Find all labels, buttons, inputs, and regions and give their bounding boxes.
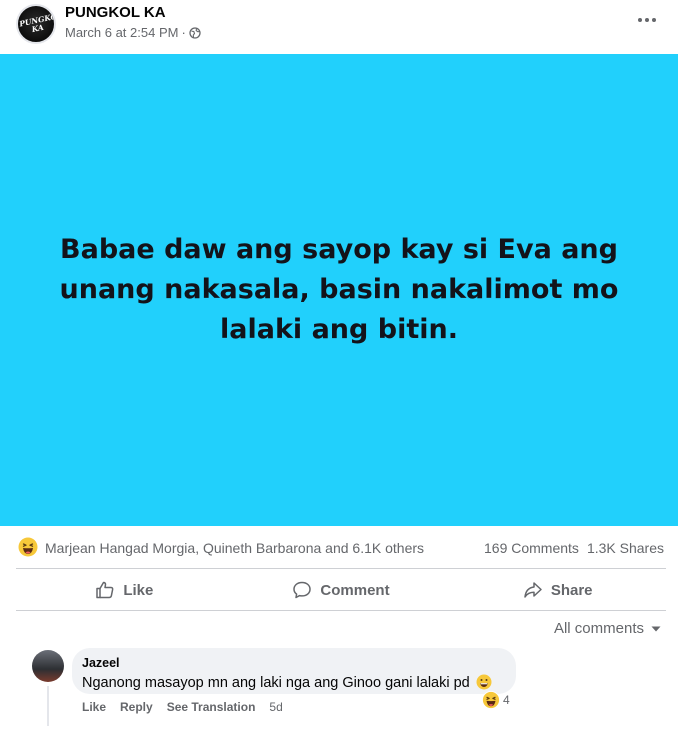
post-header: PUNGKOL KA PUNGKOL KA March 6 at 2:54 PM … — [0, 0, 678, 54]
engagement-counts: 169 Comments 1.3K Shares — [484, 540, 664, 556]
comment-button[interactable]: Comment — [233, 570, 450, 610]
meta-separator: · — [181, 25, 186, 40]
haha-reaction-icon — [482, 691, 500, 709]
like-label: Like — [123, 581, 154, 599]
see-translation-link[interactable]: See Translation — [167, 700, 256, 714]
grinning-emoji-icon — [476, 674, 492, 690]
divider — [16, 610, 666, 611]
divider — [16, 568, 666, 569]
reactors-summary[interactable]: Marjean Hangad Morgia, Quineth Barbarona… — [45, 540, 424, 556]
post-timestamp[interactable]: March 6 at 2:54 PM — [65, 25, 178, 40]
share-label: Share — [550, 581, 593, 599]
post-actions: Like Comment Share — [16, 570, 666, 610]
more-options-dot — [645, 18, 649, 22]
comments-count[interactable]: 169 Comments — [484, 540, 579, 556]
comment-text-line: Nganong masayop mn ang laki nga ang Gino… — [82, 674, 492, 691]
comment-bubble: Jazeel Nganong masayop mn ang laki nga a… — [72, 648, 516, 694]
comment-timestamp[interactable]: 5d — [269, 700, 282, 714]
comments-filter-label: All comments — [553, 620, 644, 637]
post-meta: March 6 at 2:54 PM · — [65, 25, 201, 40]
commenter-name[interactable]: Jazeel — [82, 656, 120, 670]
post-text-card[interactable]: Babae daw ang sayop kay si Eva ang unang… — [0, 54, 678, 526]
comment-reactions[interactable]: 4 — [482, 690, 510, 710]
thumbs-up-icon — [96, 581, 114, 599]
more-options-button[interactable] — [633, 8, 661, 32]
reactions-bar: Marjean Hangad Morgia, Quineth Barbarona… — [0, 528, 678, 568]
haha-reaction-icon[interactable] — [18, 537, 38, 557]
globe-icon — [189, 26, 201, 39]
shares-count[interactable]: 1.3K Shares — [587, 540, 664, 556]
share-icon — [524, 582, 542, 598]
thread-line — [47, 686, 49, 726]
page-avatar[interactable]: PUNGKOL KA — [16, 4, 56, 44]
comment-reply-button[interactable]: Reply — [120, 700, 153, 714]
commenter-avatar[interactable] — [32, 650, 64, 682]
more-options-icon — [638, 18, 642, 22]
post-text: Babae daw ang sayop kay si Eva ang unang… — [59, 234, 619, 345]
more-options-dot — [652, 18, 656, 22]
comments-filter-dropdown[interactable]: All comments — [554, 620, 662, 637]
comment-label: Comment — [320, 581, 390, 599]
comment-like-button[interactable]: Like — [82, 700, 106, 714]
page-name[interactable]: PUNGKOL KA — [65, 4, 166, 21]
comment-icon — [293, 581, 312, 599]
comment-actions: Like Reply See Translation 5d — [82, 700, 283, 714]
comment-reaction-count: 4 — [503, 693, 510, 707]
page-logo: PUNGKOL KA — [18, 10, 56, 35]
share-button[interactable]: Share — [449, 570, 666, 610]
comment: Jazeel Nganong masayop mn ang laki nga a… — [0, 646, 678, 734]
chevron-down-icon — [651, 626, 661, 631]
like-button[interactable]: Like — [16, 570, 233, 610]
comment-text: Nganong masayop mn ang laki nga ang Gino… — [82, 675, 470, 691]
